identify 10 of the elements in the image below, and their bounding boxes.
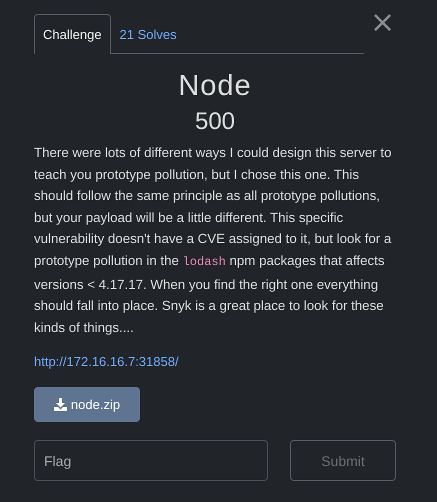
tab[interactable]: 21 Solves [110,14,186,54]
challenge-title: Node [177,69,253,104]
challenge-description: There were lots of different ways I could design this server to teach you prototype pollution, but I chose this one. This should follow the same principle as all prototype pollutions, but your payload will be a little different. This specific vulnerability doesn't have a CVE assigned to it, but look for a prototype pollution in the lodash npm packages that affects versions < 4.17.17. When you find the right one everything should fall into place. Snyk is a great place to look for these kinds of things.... [34,144,392,337]
download-icon [54,398,67,412]
close-button[interactable]: × [370,8,396,38]
download-button[interactable]: node.zip [34,387,140,422]
challenge-link[interactable]: http://172.16.16.7:31858/ [34,353,179,372]
points-value: 500 [194,107,236,137]
tab[interactable]: Challenge [34,14,111,54]
flag-input[interactable]: Flag [34,440,268,482]
